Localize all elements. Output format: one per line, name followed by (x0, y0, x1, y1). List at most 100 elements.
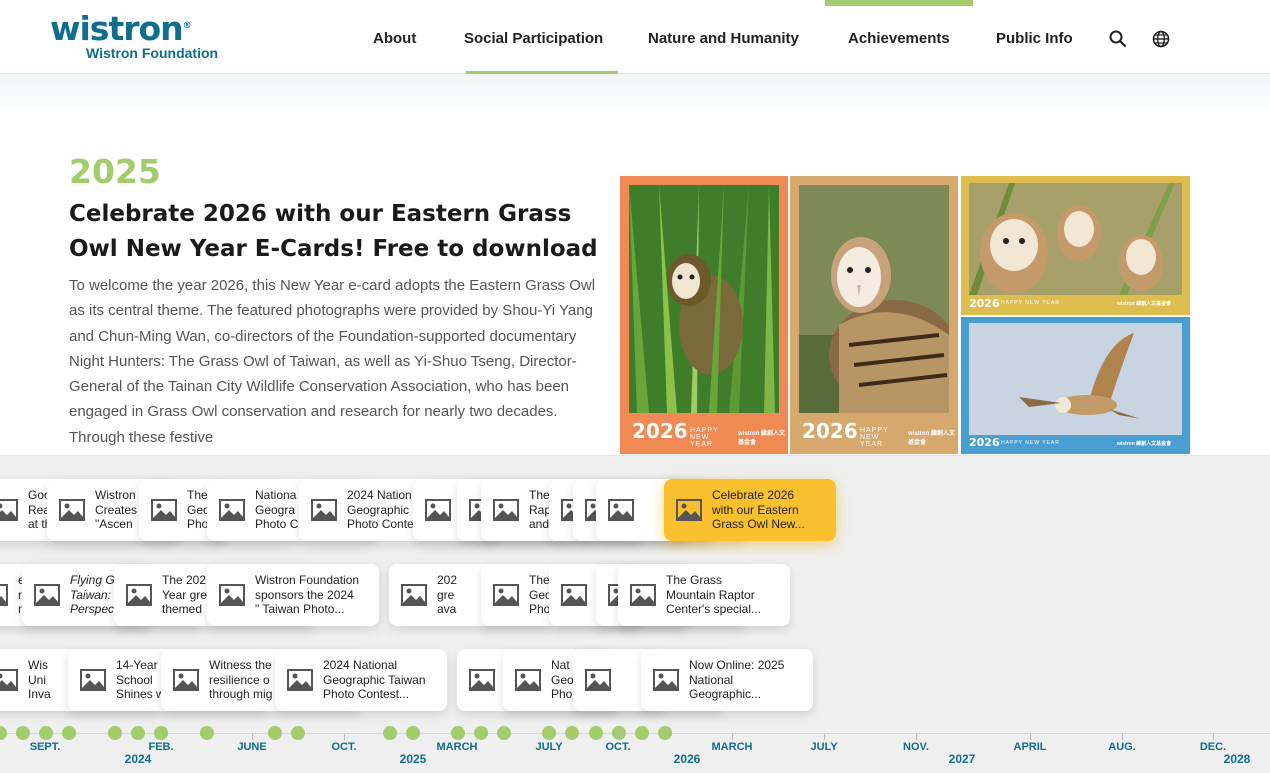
nav-social-participation[interactable]: Social Participation (464, 30, 603, 47)
nav-nature-and-humanity[interactable]: Nature and Humanity (648, 30, 799, 47)
timeline-card-title: 202 gre ava (437, 573, 458, 617)
owl-photo-grass (629, 185, 779, 413)
image-placeholder-icon (219, 584, 245, 606)
timeline-month-label: APRIL (1013, 741, 1047, 753)
image-placeholder-icon (493, 499, 519, 521)
nav-active-topbar (825, 0, 973, 6)
timeline-dot[interactable] (131, 726, 145, 740)
ecard-year: 2026 (969, 436, 1000, 449)
ecard-year: 2026 (632, 419, 688, 443)
image-placeholder-icon (653, 669, 679, 691)
timeline-month-label: JUNE (237, 741, 267, 753)
timeline-tick (45, 734, 46, 740)
timeline-tick (1213, 734, 1214, 740)
timeline-dot[interactable] (62, 726, 76, 740)
timeline-dot[interactable] (291, 726, 305, 740)
timeline-month-label: DEC. (1199, 741, 1227, 753)
ecard-yellow-owlets[interactable]: 2026 HAPPY NEW YEAR wistron 緯創人文基金會 (961, 176, 1190, 315)
ecard-brand: wistron 緯創人文基金會 (1117, 301, 1172, 307)
nav-public-info[interactable]: Public Info (996, 30, 1073, 47)
image-placeholder-icon (80, 669, 106, 691)
site-logo[interactable]: wistron® Wistron Foundation (50, 8, 218, 62)
timeline-dot[interactable] (474, 726, 488, 740)
image-placeholder-icon (0, 499, 18, 521)
ecard-greeting: HAPPY NEW YEAR (690, 427, 719, 448)
timeline-card-title: Witness the resilience o through mig (209, 658, 273, 702)
article-body: To welcome the year 2026, this New Year … (69, 277, 596, 446)
image-placeholder-icon (676, 499, 702, 521)
timeline-dot[interactable] (451, 726, 465, 740)
search-icon[interactable] (1108, 29, 1128, 49)
image-placeholder-icon (608, 499, 634, 521)
timeline-tick (457, 734, 458, 740)
image-placeholder-icon (469, 669, 495, 691)
timeline-card-title: The 202 Year gre themed (162, 573, 207, 617)
ecard-brand: wistron 緯創人文基金會 (1117, 441, 1172, 447)
timeline-card-title: Now Online: 2025 National Geographic... (689, 658, 785, 702)
timeline-tick (732, 734, 733, 740)
timeline-panel[interactable]: Goo Rea at thWistron Creates "AscenThe G… (0, 455, 1270, 773)
ecard-greeting: HAPPY NEW YEAR (1001, 300, 1060, 306)
image-placeholder-icon (585, 669, 611, 691)
owlets-photo (969, 183, 1182, 295)
timeline-card[interactable]: The Grass Mountain Raptor Center's speci… (618, 564, 790, 626)
timeline-dot[interactable] (406, 726, 420, 740)
timeline-month-label: OCT. (331, 741, 357, 753)
ecard-year: 2026 (969, 297, 1000, 310)
image-placeholder-icon (0, 669, 18, 691)
image-placeholder-icon (173, 669, 199, 691)
timeline-card-title: The Rap and (529, 488, 552, 532)
timeline-dot[interactable] (589, 726, 603, 740)
timeline-month-label: AUG. (1108, 741, 1136, 753)
image-placeholder-icon (425, 499, 451, 521)
image-placeholder-icon (515, 669, 541, 691)
timeline-tick (1030, 734, 1031, 740)
timeline-month-label: JULY (810, 741, 838, 753)
timeline-card[interactable]: Wistron Foundation sponsors the 2024 " T… (207, 564, 379, 626)
timeline-dot[interactable] (108, 726, 122, 740)
timeline-dot[interactable] (16, 726, 30, 740)
site-header: wistron® Wistron Foundation About Social… (0, 0, 1270, 74)
logo-wordmark: wistron (50, 9, 184, 48)
ecard-brand: wistron 緯創人文基金會 (738, 431, 786, 446)
ecard-greeting: HAPPY NEW YEAR (860, 427, 889, 448)
timeline-tick (252, 734, 253, 740)
timeline-card-title: Wis Uni Inva (28, 658, 51, 702)
ecard-orange-owl[interactable]: 2026 HAPPY NEW YEAR wistron 緯創人文基金會 (620, 176, 788, 454)
timeline-month-label: FEB. (148, 741, 174, 753)
timeline-tick (916, 734, 917, 740)
timeline-card-active[interactable]: Celebrate 2026 with our Eastern Grass Ow… (664, 479, 836, 541)
timeline-month-label: SEPT. (29, 741, 61, 753)
timeline-card-title: 2024 National Geographic Taiwan Photo Co… (323, 658, 426, 702)
timeline-month-label: OCT. (605, 741, 631, 753)
timeline-card-title: Celebrate 2026 with our Eastern Grass Ow… (712, 488, 805, 532)
timeline-dot[interactable] (612, 726, 626, 740)
timeline-dot[interactable] (565, 726, 579, 740)
nav-achievements[interactable]: Achievements (848, 30, 950, 47)
timeline-card[interactable]: Now Online: 2025 National Geographic... (641, 649, 813, 711)
image-placeholder-icon (401, 584, 427, 606)
ecard-blue-flying-owl[interactable]: 2026 HAPPY NEW YEAR wistron 緯創人文基金會 (961, 317, 1190, 454)
ecard-tan-owl[interactable]: 2026 HAPPY NEW YEAR wistron 緯創人文基金會 (790, 176, 958, 454)
timeline-dot[interactable] (39, 726, 53, 740)
globe-icon[interactable] (1151, 29, 1171, 49)
timeline-tick (161, 734, 162, 740)
timeline-year-label: 2024 (124, 752, 152, 766)
image-placeholder-icon (311, 499, 337, 521)
timeline-month-label: NOV. (903, 741, 929, 753)
timeline-dot[interactable] (497, 726, 511, 740)
image-placeholder-icon (219, 499, 245, 521)
nav-about[interactable]: About (373, 30, 416, 47)
image-placeholder-icon (151, 499, 177, 521)
timeline-card-title: The Grass Mountain Raptor Center's speci… (666, 573, 761, 617)
timeline-dot[interactable] (200, 726, 214, 740)
timeline-dot[interactable] (268, 726, 282, 740)
ecard-greeting: HAPPY NEW YEAR (1001, 440, 1060, 446)
timeline-dot[interactable] (635, 726, 649, 740)
timeline-card-title: Wistron Creates "Ascen (95, 488, 138, 532)
image-placeholder-icon (630, 584, 656, 606)
logo-subtitle: Wistron Foundation (86, 45, 219, 61)
timeline-dot[interactable] (658, 726, 672, 740)
timeline-dot[interactable] (383, 726, 397, 740)
timeline-card[interactable]: 2024 National Geographic Taiwan Photo Co… (275, 649, 447, 711)
